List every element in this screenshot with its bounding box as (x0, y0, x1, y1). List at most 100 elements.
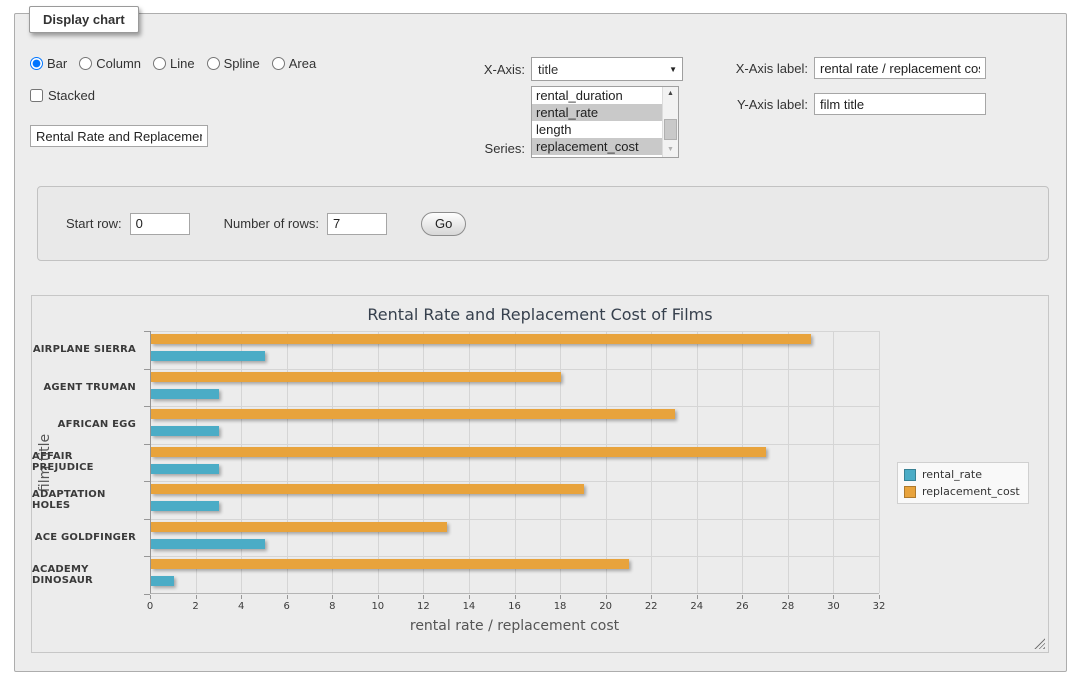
x-tick-mark (742, 595, 743, 599)
grid-line-vertical (378, 331, 379, 593)
grid-line-vertical (879, 331, 880, 593)
chart-type-label: Line (170, 56, 195, 71)
bar-rental_rate (151, 576, 174, 586)
stacked-checkbox[interactable] (30, 89, 43, 102)
y-tick-mark (144, 481, 150, 482)
grid-line-vertical (833, 331, 834, 593)
bar-replacement_cost (151, 484, 584, 494)
grid-line-vertical (697, 331, 698, 593)
bar-rental_rate (151, 501, 219, 511)
go-button[interactable]: Go (421, 212, 466, 236)
series-label-text: Series: (430, 141, 525, 156)
chart-title-input[interactable] (30, 125, 208, 147)
x-tick-mark (788, 595, 789, 599)
scrollbar-up-icon[interactable]: ▲ (663, 87, 678, 101)
legend-swatch (904, 486, 916, 498)
category-label: AFFAIR PREJUDICE (32, 444, 145, 482)
y-tick-mark (144, 444, 150, 445)
series-option-rental_duration[interactable]: rental_duration (532, 87, 662, 104)
start-row-label: Start row: (66, 216, 122, 231)
x-axis-select[interactable]: title ▼ (531, 57, 683, 81)
category-label: ACADEMY DINOSAUR (32, 556, 145, 594)
grid-line-vertical (241, 331, 242, 593)
series-options: rental_durationrental_ratelengthreplacem… (532, 87, 662, 157)
chart-type-radio-column[interactable] (79, 57, 92, 70)
number-of-rows-label: Number of rows: (224, 216, 319, 231)
chart-type-group: BarColumnLineSplineArea (30, 56, 316, 71)
grid-line-horizontal (151, 406, 879, 407)
y-axis-label-input[interactable] (814, 93, 986, 115)
x-tick-mark (469, 595, 470, 599)
x-tick-label: 4 (228, 601, 254, 612)
y-tick-mark (144, 369, 150, 370)
grid-line-vertical (469, 331, 470, 593)
chart-type-option-bar: Bar (30, 56, 67, 71)
x-axis-label-caption: X-Axis label: (713, 61, 808, 76)
grid-line-vertical (606, 331, 607, 593)
x-tick-label: 0 (137, 601, 163, 612)
x-tick-label: 10 (365, 601, 391, 612)
y-tick-mark (144, 406, 150, 407)
bar-rental_rate (151, 426, 219, 436)
y-tick-mark (144, 556, 150, 557)
grid-line-horizontal (151, 369, 879, 370)
legend-item-rental_rate[interactable]: rental_rate (904, 468, 1020, 481)
category-axis: AIRPLANE SIERRAAGENT TRUMANAFRICAN EGGAF… (32, 331, 145, 594)
x-tick-label: 22 (638, 601, 664, 612)
series-option-replacement_cost[interactable]: replacement_cost (532, 138, 662, 155)
bar-rental_rate (151, 389, 219, 399)
legend-item-replacement_cost[interactable]: replacement_cost (904, 485, 1020, 498)
start-row-input[interactable] (130, 213, 190, 235)
x-tick-label: 18 (547, 601, 573, 612)
x-axis-label-text: X-Axis: (430, 62, 525, 77)
chart-type-radio-spline[interactable] (207, 57, 220, 70)
dropdown-arrow-icon: ▼ (669, 66, 677, 74)
chart-type-radio-bar[interactable] (30, 57, 43, 70)
x-tick-label: 8 (319, 601, 345, 612)
resize-handle-icon[interactable] (1034, 638, 1045, 649)
legend-label: replacement_cost (922, 485, 1020, 498)
series-listbox[interactable]: rental_durationrental_ratelengthreplacem… (531, 86, 679, 158)
x-tick-mark (515, 595, 516, 599)
chart-type-label: Bar (47, 56, 67, 71)
x-tick-mark (560, 595, 561, 599)
bar-replacement_cost (151, 372, 561, 382)
grid-line-vertical (788, 331, 789, 593)
legend-label: rental_rate (922, 468, 982, 481)
x-axis-label-input[interactable] (814, 57, 986, 79)
x-tick-mark (606, 595, 607, 599)
series-option-rental_rate[interactable]: rental_rate (532, 104, 662, 121)
grid-line-vertical (196, 331, 197, 593)
x-tick-label: 30 (820, 601, 846, 612)
x-axis-title: rental rate / replacement cost (150, 618, 879, 634)
number-of-rows-input[interactable] (327, 213, 387, 235)
chart-legend: rental_rate replacement_cost (897, 462, 1029, 504)
x-tick-mark (378, 595, 379, 599)
series-option-length[interactable]: length (532, 121, 662, 138)
x-tick-label: 12 (410, 601, 436, 612)
bar-replacement_cost (151, 409, 675, 419)
grid-line-vertical (742, 331, 743, 593)
grid-line-vertical (287, 331, 288, 593)
fieldset-legend: Display chart (29, 6, 139, 33)
category-label: AIRPLANE SIERRA (32, 331, 145, 369)
category-label: AFRICAN EGG (32, 406, 145, 444)
x-axis-selected-value: title (538, 62, 558, 77)
plot-area (150, 331, 879, 594)
chart-type-option-area: Area (272, 56, 316, 71)
bar-rental_rate (151, 351, 265, 361)
rows-panel: Start row: Number of rows: Go (37, 186, 1049, 261)
chart-type-radio-line[interactable] (153, 57, 166, 70)
chart-type-label: Spline (224, 56, 260, 71)
y-tick-mark (144, 519, 150, 520)
chart-type-option-line: Line (153, 56, 195, 71)
scrollbar-thumb[interactable] (664, 119, 677, 140)
listbox-scrollbar[interactable]: ▲ ▼ (662, 87, 678, 157)
category-label: ADAPTATION HOLES (32, 481, 145, 519)
x-tick-mark (651, 595, 652, 599)
scrollbar-down-icon[interactable]: ▼ (663, 143, 678, 157)
y-tick-mark (144, 331, 150, 332)
chart-type-radio-area[interactable] (272, 57, 285, 70)
x-tick-mark (241, 595, 242, 599)
x-tick-mark (697, 595, 698, 599)
